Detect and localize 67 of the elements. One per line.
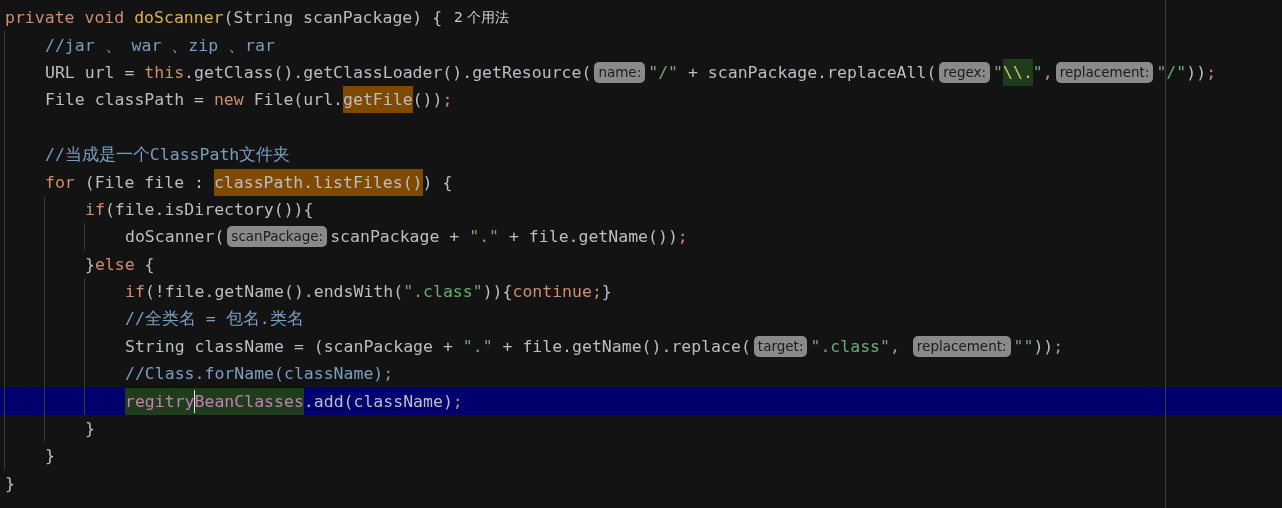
parameter-hint: scanPackage: — [227, 226, 328, 248]
method-name: doScanner — [134, 7, 224, 30]
keyword: , — [1042, 61, 1053, 84]
code-text: .getClass().getClassLoader().getResource( — [184, 61, 592, 84]
code-text: + file.getName().replace( — [501, 335, 751, 358]
code-editor[interactable] — [0, 0, 1282, 508]
code-text: doScanner( — [125, 226, 225, 249]
keyword: new — [213, 89, 244, 112]
field-name: BeanClasses — [194, 387, 304, 415]
code-comment: //当成是一个ClassPath文件夹 — [45, 144, 291, 167]
string-literal: "." — [462, 335, 493, 358]
keyword: ; — [1053, 335, 1064, 358]
string-literal: ".class" — [810, 335, 890, 358]
string-literal: " — [1032, 61, 1043, 84]
keyword: ; — [1206, 61, 1217, 84]
string-literal: "." — [469, 226, 500, 249]
parameter-hint: replacement: — [912, 335, 1011, 357]
string-literal: "/" — [648, 61, 679, 84]
code-text: )) — [1186, 61, 1207, 84]
code-text: String className = (scanPackage + — [125, 335, 454, 358]
string-literal: "/" — [1156, 61, 1187, 84]
keyword: ; — [677, 226, 688, 249]
code-text: )){ — [482, 281, 513, 304]
code-text: + scanPackage.replaceAll( — [686, 61, 937, 84]
escape-sequence: \\. — [1003, 58, 1033, 86]
code-text: } — [5, 472, 15, 495]
code-comment: //Class.forName(className); — [125, 363, 394, 386]
keyword: private void — [5, 7, 126, 30]
code-text: (file.isDirectory()){ — [104, 198, 314, 221]
parameter-hint: replacement: — [1055, 61, 1154, 83]
parameter-hint: name: — [594, 61, 646, 83]
code-text: classPath.listFiles() — [213, 168, 423, 196]
code-text: ) { — [422, 171, 453, 194]
string-literal: " — [993, 61, 1003, 84]
code-text: getFile — [343, 86, 413, 114]
code-text: File classPath = — [45, 89, 205, 112]
keyword: if — [85, 198, 105, 221]
code-text: } — [601, 281, 612, 304]
keyword: continue; — [512, 281, 602, 304]
keyword: for — [45, 171, 75, 194]
keyword: else — [94, 253, 135, 276]
code-text: scanPackage + — [330, 226, 461, 249]
keyword: this — [144, 61, 185, 84]
code-text: + file.getName()) — [507, 226, 678, 249]
parameter-hint: target: — [753, 335, 808, 357]
code-text: { — [143, 253, 155, 276]
code-text: (String scanPackage) { — [223, 7, 443, 30]
code-text: URL url = — [45, 61, 136, 84]
code-text: (File file : — [83, 171, 205, 194]
code-text: } — [85, 253, 95, 276]
code-text: } — [45, 445, 55, 468]
code-text: } — [85, 418, 95, 441]
code-text: ()) — [412, 89, 443, 112]
keyword: ; — [442, 89, 453, 112]
code-text: .add(className) — [303, 390, 453, 413]
code-text: (!file.getName().endsWith( — [144, 281, 404, 304]
string-literal: ".class" — [403, 281, 483, 304]
code-comment: //jar 、 war 、zip 、rar — [45, 34, 275, 57]
keyword: ; — [452, 390, 463, 413]
usages-hint[interactable]: 2 个用法 — [454, 8, 510, 27]
keyword: if — [125, 281, 145, 304]
code-comment: //全类名 = 包名.类名 — [125, 308, 304, 331]
keyword: , — [889, 335, 901, 358]
string-literal: "" — [1013, 335, 1034, 358]
code-text: File(url. — [252, 89, 344, 112]
parameter-hint: regex: — [939, 61, 991, 83]
code-text: )) — [1033, 335, 1054, 358]
